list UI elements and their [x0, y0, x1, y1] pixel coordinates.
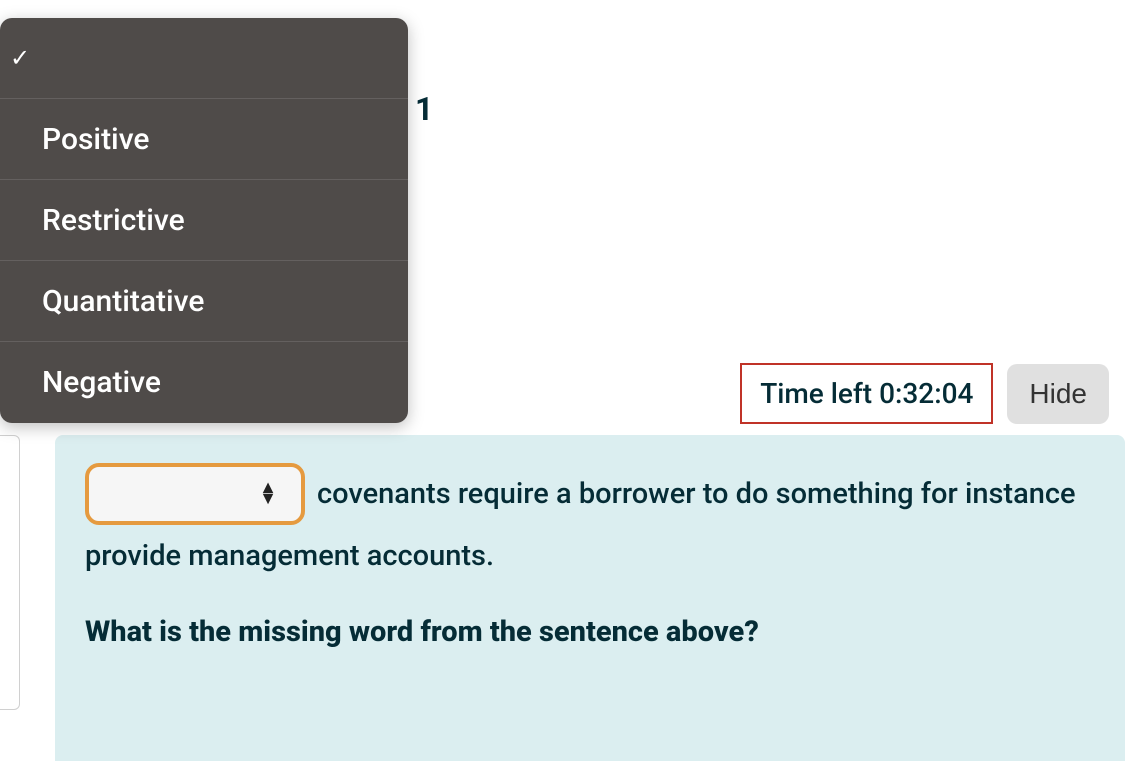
- answer-select[interactable]: ▲▼: [85, 463, 305, 525]
- question-nav-panel-clip: [0, 435, 20, 710]
- hide-timer-button[interactable]: Hide: [1007, 364, 1109, 424]
- dropdown-option-restrictive[interactable]: Restrictive: [0, 180, 408, 261]
- timer-row: Time left 0:32:04 Hide: [740, 363, 1109, 424]
- sentence-text-part2: provide management accounts.: [85, 539, 1095, 573]
- dropdown-option-negative[interactable]: Negative: [0, 342, 408, 423]
- select-arrows-icon: ▲▼: [259, 483, 277, 505]
- dropdown-option-label: Quantitative: [42, 284, 204, 319]
- dropdown-option-label: Positive: [42, 122, 149, 157]
- question-card: ▲▼ covenants require a borrower to do so…: [55, 435, 1125, 761]
- dropdown-option-positive[interactable]: Positive: [0, 99, 408, 180]
- dropdown-option-blank[interactable]: ✓: [0, 18, 408, 99]
- dropdown-option-label: Negative: [42, 365, 161, 400]
- dropdown-option-quantitative[interactable]: Quantitative: [0, 261, 408, 342]
- answer-dropdown-popover: ✓ Positive Restrictive Quantitative Nega…: [0, 18, 408, 423]
- question-sentence-line1: ▲▼ covenants require a borrower to do so…: [85, 463, 1095, 525]
- question-prompt: What is the missing word from the senten…: [85, 615, 1095, 649]
- dropdown-option-label: Restrictive: [42, 203, 185, 238]
- time-left-text: Time left 0:32:04: [760, 377, 973, 410]
- time-left-box: Time left 0:32:04: [740, 363, 993, 424]
- question-number: 1: [415, 90, 433, 128]
- check-icon: ✓: [10, 46, 30, 70]
- sentence-text-part1: covenants require a borrower to do somet…: [317, 474, 1076, 515]
